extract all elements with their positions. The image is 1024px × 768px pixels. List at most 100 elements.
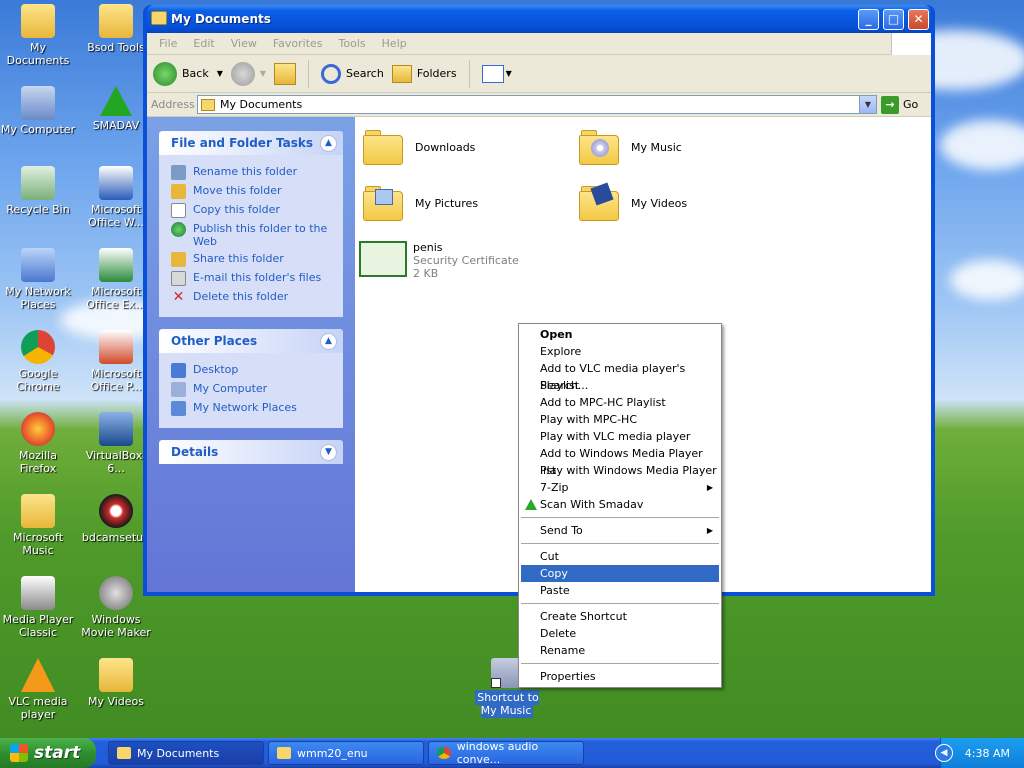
menu-item-explore[interactable]: Explore xyxy=(521,343,719,360)
desktop-icon-label: Google Chrome xyxy=(16,367,60,393)
menu-item-open[interactable]: Open xyxy=(521,326,719,343)
desktop-icon-label: VLC media player xyxy=(8,695,68,721)
menu-item-play-mpc[interactable]: Play with MPC-HC xyxy=(521,411,719,428)
folder-icon xyxy=(201,98,215,111)
collapse-chevron-icon[interactable]: ▲ xyxy=(320,134,337,152)
task-delete-folder[interactable]: ✕ Delete this folder xyxy=(171,290,335,305)
task-label: Copy this folder xyxy=(193,203,280,216)
menu-item-add-vlc-playlist[interactable]: Add to VLC media player's Playlist xyxy=(521,360,719,392)
place-label: My Network Places xyxy=(193,401,297,414)
menu-item-label: 7-Zip xyxy=(540,481,569,494)
title-bar[interactable]: My Documents _ □ ✕ xyxy=(147,5,931,33)
clock[interactable]: 4:38 AM xyxy=(965,747,1010,760)
menu-item-rename[interactable]: Rename xyxy=(521,642,719,659)
go-button[interactable]: → Go xyxy=(881,95,918,114)
share-icon xyxy=(171,252,186,267)
menu-item-paste[interactable]: Paste xyxy=(521,582,719,599)
menu-file[interactable]: File xyxy=(151,37,185,50)
windows-logo-icon xyxy=(891,33,931,55)
desktop-icon-microsoft-music[interactable]: Microsoft Music xyxy=(0,494,76,557)
expand-chevron-icon[interactable]: ▼ xyxy=(320,443,337,461)
desktop-icon-my-documents[interactable]: My Documents xyxy=(0,4,76,67)
menu-item-add-mpc-playlist[interactable]: Add to MPC-HC Playlist xyxy=(521,394,719,411)
panel-header[interactable]: Other Places ▲ xyxy=(159,329,343,353)
menu-item-create-shortcut[interactable]: Create Shortcut xyxy=(521,608,719,625)
menu-item-7zip[interactable]: 7-Zip ▶ xyxy=(521,479,719,496)
task-copy-folder[interactable]: Copy this folder xyxy=(171,203,335,218)
search-button[interactable]: Search xyxy=(321,63,384,84)
forward-dropdown-icon[interactable]: ▼ xyxy=(260,69,266,78)
file-details: penis Security Certificate 2 KB xyxy=(413,241,519,280)
file-item-certificate[interactable]: penis Security Certificate 2 KB xyxy=(359,241,519,280)
task-move-folder[interactable]: Move this folder xyxy=(171,184,335,199)
panel-header[interactable]: File and Folder Tasks ▲ xyxy=(159,131,343,155)
taskbar-item-my-documents[interactable]: My Documents xyxy=(108,741,264,765)
address-dropdown-icon[interactable]: ▼ xyxy=(859,96,876,113)
file-item-my-pictures[interactable]: My Pictures xyxy=(363,183,478,223)
desktop-icon-my-videos[interactable]: My Videos xyxy=(78,658,154,708)
panel-header[interactable]: Details ▼ xyxy=(159,440,343,464)
views-button[interactable]: ▼ xyxy=(481,64,512,83)
maximize-button[interactable]: □ xyxy=(883,9,904,30)
minimize-button[interactable]: _ xyxy=(858,9,879,30)
menu-edit[interactable]: Edit xyxy=(185,37,222,50)
file-item-my-videos[interactable]: My Videos xyxy=(579,182,687,223)
menu-item-properties[interactable]: Properties xyxy=(521,668,719,685)
menu-favorites[interactable]: Favorites xyxy=(265,37,331,50)
desktop-icon-recycle-bin[interactable]: Recycle Bin xyxy=(0,166,76,216)
place-label: My Computer xyxy=(193,382,268,395)
menu-item-play-wmp[interactable]: Play with Windows Media Player xyxy=(521,462,719,479)
start-button[interactable]: start xyxy=(0,738,96,768)
desktop-icon-google-chrome[interactable]: Google Chrome xyxy=(0,330,76,393)
menu-item-label: Scan With Smadav xyxy=(540,498,644,511)
menu-item-delete[interactable]: Delete xyxy=(521,625,719,642)
task-publish-web[interactable]: Publish this folder to the Web xyxy=(171,222,335,248)
window-title: My Documents xyxy=(171,12,271,26)
place-my-network-places[interactable]: My Network Places xyxy=(171,401,335,416)
menu-help[interactable]: Help xyxy=(374,37,415,50)
tray-expand-icon[interactable]: ◀ xyxy=(935,744,953,762)
back-arrow-icon xyxy=(153,61,177,86)
menu-tools[interactable]: Tools xyxy=(331,37,374,50)
task-label: Delete this folder xyxy=(193,290,289,303)
menu-item-search[interactable]: Search... xyxy=(521,377,719,394)
file-item-downloads[interactable]: Downloads xyxy=(363,127,475,167)
forward-button[interactable]: ▼ xyxy=(230,61,266,86)
menu-item-play-vlc[interactable]: Play with VLC media player xyxy=(521,428,719,445)
taskbar-item-wmm20[interactable]: wmm20_enu xyxy=(268,741,424,765)
back-button[interactable]: Back ▼ xyxy=(153,61,223,86)
menu-item-copy[interactable]: Copy xyxy=(521,565,719,582)
collapse-chevron-icon[interactable]: ▲ xyxy=(320,332,337,350)
desktop-icon-mozilla-firefox[interactable]: Mozilla Firefox xyxy=(0,412,76,475)
task-share-folder[interactable]: Share this folder xyxy=(171,252,335,267)
firefox-icon xyxy=(21,412,55,446)
task-rename-folder[interactable]: Rename this folder xyxy=(171,165,335,180)
up-button[interactable] xyxy=(274,62,297,85)
back-dropdown-icon[interactable]: ▼ xyxy=(217,69,223,78)
desktop-icon-media-player-classic[interactable]: Media Player Classic xyxy=(0,576,76,639)
menu-view[interactable]: View xyxy=(223,37,265,50)
desktop-icon-label: My Computer xyxy=(0,123,76,136)
bandicam-icon xyxy=(99,494,133,528)
place-desktop[interactable]: Desktop xyxy=(171,363,335,378)
file-name: My Pictures xyxy=(415,196,479,210)
menu-item-scan-smadav[interactable]: Scan With Smadav xyxy=(521,496,719,513)
desktop-icon-my-network-places[interactable]: My Network Places xyxy=(0,248,76,311)
task-email-files[interactable]: E-mail this folder's files xyxy=(171,271,335,286)
address-field[interactable]: My Documents ▼ xyxy=(197,95,877,114)
videos-folder-icon xyxy=(579,182,621,223)
desktop-icon-vlc[interactable]: VLC media player xyxy=(0,658,76,721)
folders-label: Folders xyxy=(416,67,457,80)
menu-bar: File Edit View Favorites Tools Help xyxy=(147,33,931,55)
place-my-computer[interactable]: My Computer xyxy=(171,382,335,397)
menu-item-send-to[interactable]: Send To ▶ xyxy=(521,522,719,539)
desktop-icon-my-computer[interactable]: My Computer xyxy=(0,86,76,136)
task-pane: File and Folder Tasks ▲ Rename this fold… xyxy=(147,117,355,592)
close-button[interactable]: ✕ xyxy=(908,9,929,30)
taskbar-item-chrome[interactable]: windows audio conve... xyxy=(428,740,584,766)
file-item-my-music[interactable]: My Music xyxy=(579,127,682,167)
folders-button[interactable]: Folders xyxy=(391,64,457,83)
menu-item-add-wmp-list[interactable]: Add to Windows Media Player list xyxy=(521,445,719,477)
menu-item-cut[interactable]: Cut xyxy=(521,548,719,565)
folder-icon xyxy=(99,4,133,38)
